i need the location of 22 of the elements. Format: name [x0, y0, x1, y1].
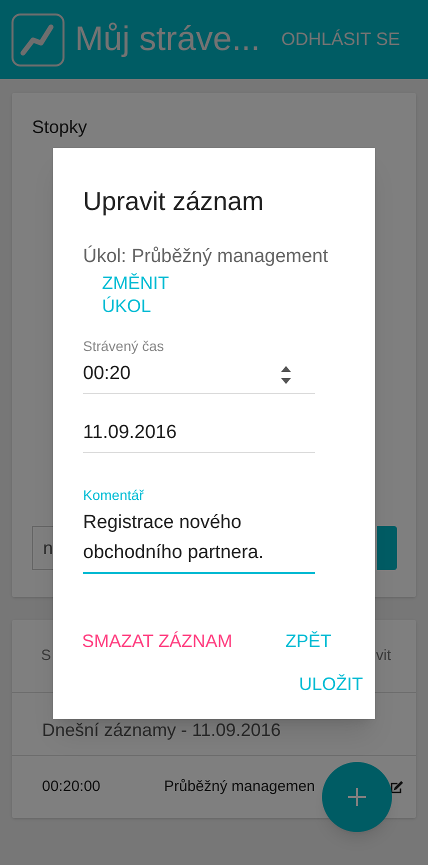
card-title: Stopky [32, 116, 88, 139]
spinner-icon[interactable] [280, 364, 292, 386]
task-cell-text: Průběžný managemen [164, 776, 315, 797]
app-title: Můj stráve... [75, 19, 260, 60]
date-field[interactable]: 11.09.2016 [83, 414, 315, 452]
comment-field[interactable]: Registrace nového obchodního partnera. [83, 506, 315, 574]
delete-button[interactable]: SMAZAT ZÁZNAM [82, 628, 232, 654]
edit-icon[interactable] [389, 780, 404, 794]
column-header: S [41, 646, 52, 666]
time-field[interactable]: 00:20 [83, 356, 315, 394]
group-title: Dnešní záznamy - 11.09.2016 [42, 718, 281, 742]
dialog-title: Upravit záznam [83, 185, 265, 218]
start-button[interactable] [377, 526, 397, 570]
task-label: Úkol: Průběžný management [83, 244, 330, 269]
time-cell-text: 00:20:00 [42, 776, 102, 797]
back-button[interactable]: ZPĚT [285, 628, 332, 654]
change-task-link[interactable]: ZMĚNIT ÚKOL [102, 272, 182, 318]
field-label: Strávený čas [83, 336, 165, 356]
plus-icon [347, 787, 367, 807]
save-button[interactable]: ULOŽIT [298, 670, 363, 698]
field-label: Komentář [83, 486, 145, 504]
column-header: vit [376, 646, 391, 666]
